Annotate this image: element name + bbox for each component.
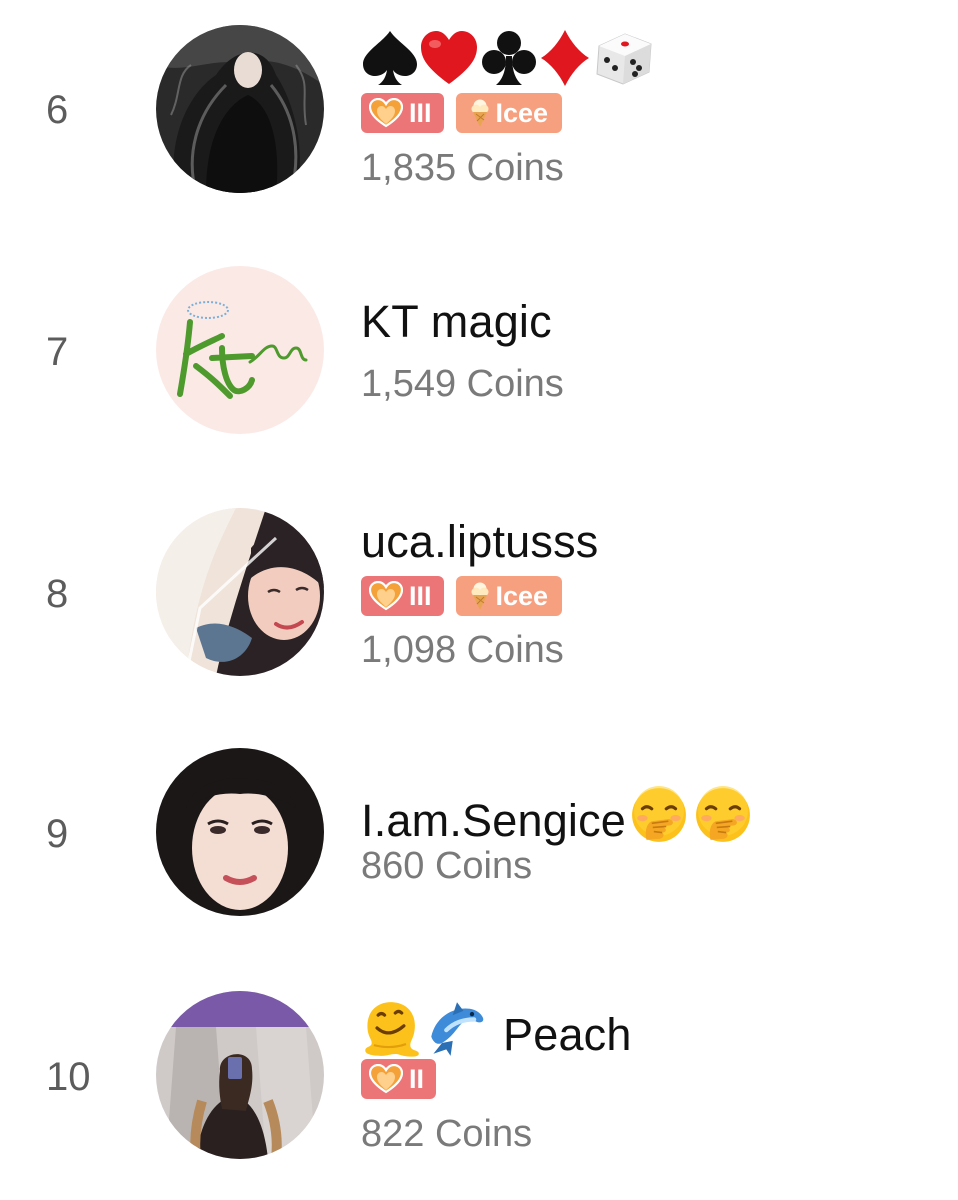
hand-over-mouth-emoji [694,786,752,844]
heart-suit-icon [421,31,477,84]
username: I.am.Sengice [361,786,752,847]
avatar[interactable] [156,266,324,434]
rank-number: 6 [46,88,69,132]
heart-icon [369,98,403,128]
diamond-icon [541,30,589,86]
ice-cream-icon [470,581,490,611]
badge-group: III Icee [361,93,563,133]
badge-group: III Icee [361,576,563,616]
leaderboard-row[interactable]: 10 Peach II 822 Coins [0,960,958,1200]
rank-number: 7 [46,330,69,374]
hand-over-mouth-emoji [630,786,688,844]
die-icon [596,33,652,85]
leaderboard-row[interactable]: 6 III Icee 1,835 Coins [0,0,958,240]
coin-count: 1,835 Coins [361,147,564,189]
heart-icon [369,581,403,611]
username-text: Peach [503,1009,632,1060]
rank-number: 10 [46,1055,91,1099]
avatar[interactable] [156,25,324,193]
dolphin-emoji [427,998,487,1058]
avatar[interactable] [156,748,324,916]
rank-number: 9 [46,812,69,856]
leaderboard-row[interactable]: 8 uca.liptusss III Icee 1,098 Coins [0,480,958,720]
leaderboard-row[interactable]: 7 KT magic 1,549 Coins [0,240,958,480]
tier-badge: Icee [455,576,563,616]
badge-group: II [361,1059,437,1099]
username: KT magic [361,296,552,347]
coin-count: 822 Coins [361,1113,533,1155]
ice-cream-icon [470,98,490,128]
coin-count: 860 Coins [361,845,533,887]
coin-count: 1,098 Coins [361,629,564,671]
username: Peach [361,998,632,1061]
melting-face-emoji [361,998,421,1058]
avatar[interactable] [156,991,324,1159]
fan-level-badge: III [361,576,444,616]
username: uca.liptusss [361,516,599,567]
badge-label: III [409,97,432,128]
club-icon [482,31,536,85]
coin-count: 1,549 Coins [361,363,564,405]
spade-icon [363,31,417,85]
leaderboard-row[interactable]: 9 I.am.Sengice 860 Coins [0,720,958,960]
badge-label: II [409,1063,425,1094]
fan-level-badge: II [361,1059,437,1099]
tier-badge: Icee [455,93,563,133]
badge-label: Icee [495,97,549,128]
avatar[interactable] [156,508,324,676]
rank-number: 8 [46,572,69,616]
badge-label: III [409,580,432,611]
heart-icon [369,1064,403,1094]
username [361,28,655,91]
fan-level-badge: III [361,93,444,133]
username-text: I.am.Sengice [361,795,627,846]
badge-label: Icee [495,580,549,611]
